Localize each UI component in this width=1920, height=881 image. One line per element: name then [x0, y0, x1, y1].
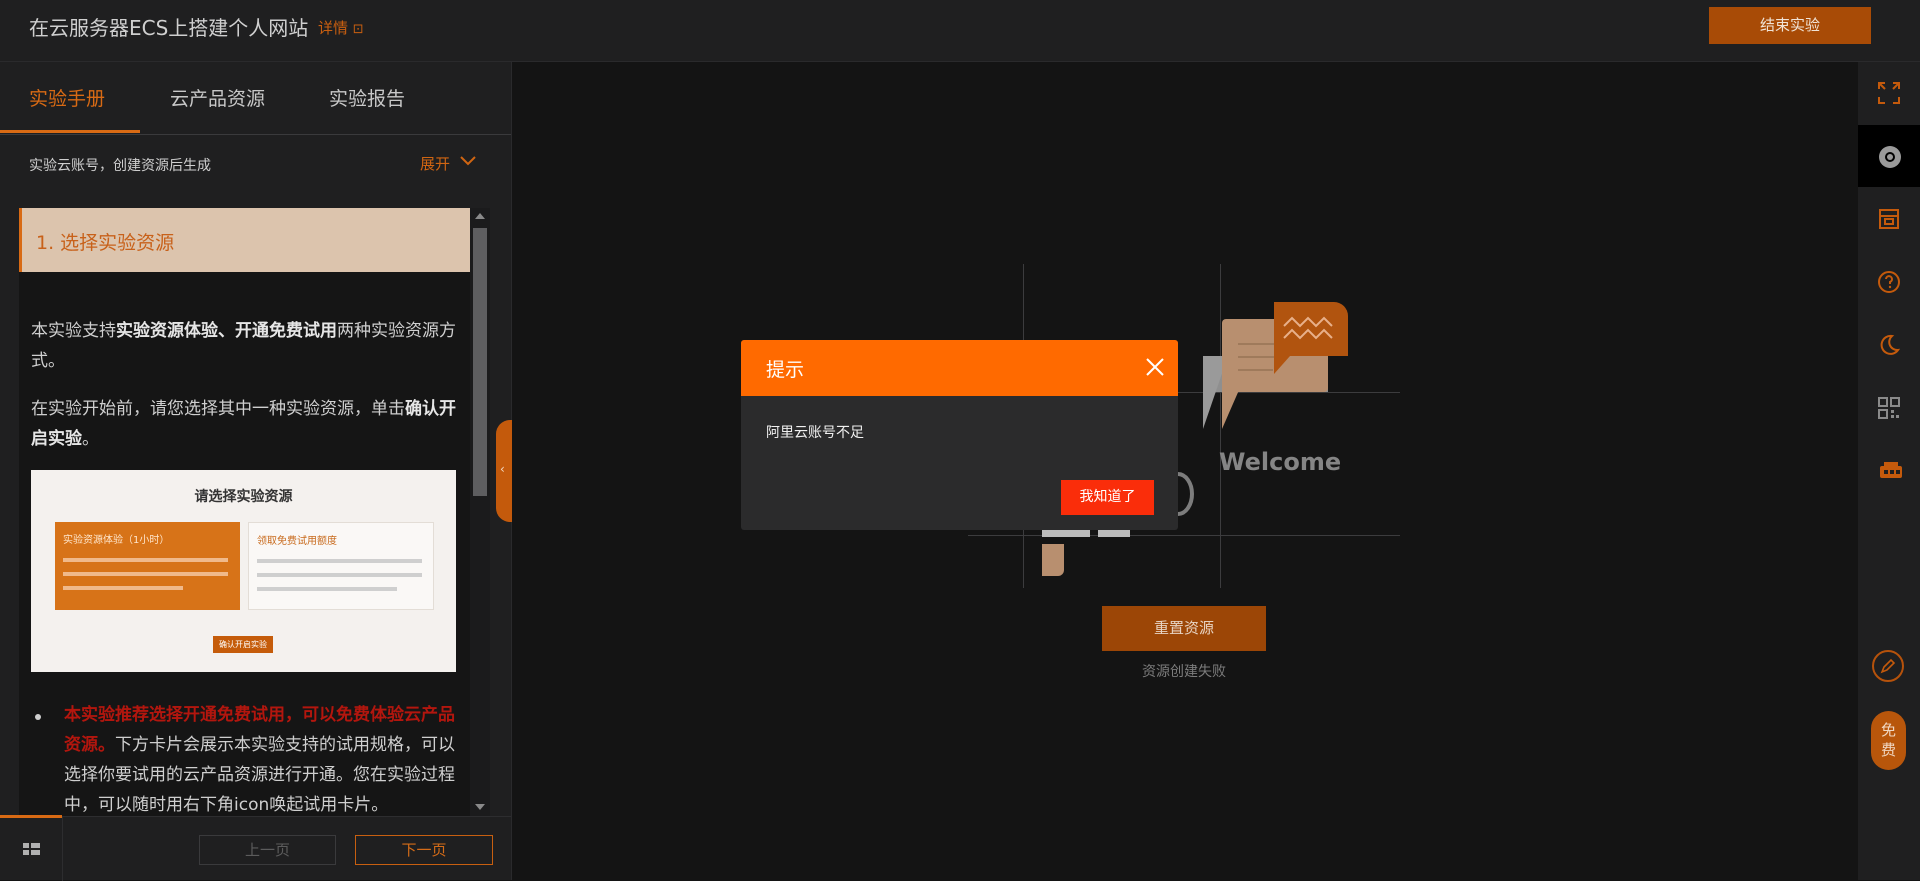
chevron-left-icon: ‹	[500, 462, 505, 476]
scroll-thumb[interactable]	[473, 228, 487, 496]
tab-manual[interactable]: 实验手册	[29, 84, 105, 111]
scroll-down-arrow[interactable]	[475, 804, 485, 810]
step-heading: 1. 选择实验资源	[19, 208, 471, 272]
qrcode-icon[interactable]	[1858, 377, 1920, 439]
active-tab-indicator	[0, 130, 140, 133]
tab-report[interactable]: 实验报告	[329, 84, 405, 111]
right-sidebar: 免 费	[1858, 62, 1920, 880]
prev-page-button[interactable]: 上一页	[199, 835, 336, 865]
step-title: 1. 选择实验资源	[36, 232, 175, 254]
detail-link-label: 详情	[318, 19, 349, 37]
edit-icon[interactable]	[1872, 650, 1904, 682]
chevron-down-icon[interactable]	[458, 153, 478, 169]
screenshot-title: 请选择实验资源	[194, 489, 293, 505]
account-label: 实验云账号，创建资源后生成	[29, 158, 211, 174]
intro-paragraph: 本实验支持实验资源体验、开通免费试用两种实验资源方式。	[31, 321, 456, 371]
resource-status-text: 资源创建失败	[1142, 664, 1226, 680]
recommendation-bullet: 本实验推荐选择开通免费试用，可以免费体验云产品资源。下方卡片会展示本实验支持的试…	[64, 705, 455, 815]
welcome-text: Welcome	[1219, 448, 1342, 476]
screenshot-card-free-trial: 领取免费试用额度	[248, 522, 434, 610]
account-row: 实验云账号，创建资源后生成 展开	[0, 135, 511, 193]
acknowledge-button[interactable]: 我知道了	[1061, 480, 1154, 515]
fullscreen-icon[interactable]	[1858, 62, 1920, 124]
close-icon[interactable]	[1145, 357, 1165, 377]
left-panel: 实验手册 云产品资源 实验报告 实验云账号，创建资源后生成 展开 1. 选择实验…	[0, 62, 512, 881]
tab-cloud-resources[interactable]: 云产品资源	[170, 84, 265, 111]
dialog-header: 提示	[741, 340, 1178, 396]
collapse-panel-handle[interactable]: ‹	[496, 420, 512, 522]
dialog-message: 阿里云账号不足	[766, 425, 864, 441]
scroll-up-arrow[interactable]	[475, 213, 485, 219]
end-experiment-button[interactable]: 结束实验	[1709, 7, 1871, 44]
store-icon[interactable]	[1858, 188, 1920, 250]
external-link-icon: ⊡	[352, 22, 364, 37]
page-title: 在云服务器ECS上搭建个人网站	[29, 16, 309, 40]
dialog-title: 提示	[766, 359, 805, 381]
moon-icon[interactable]	[1858, 314, 1920, 376]
expand-button[interactable]: 展开	[420, 153, 450, 174]
top-bar: 在云服务器ECS上搭建个人网站 详情 ⊡ 结束实验	[0, 0, 1920, 62]
instruction-paragraph: 在实验开始前，请您选择其中一种实验资源，单击确认开启实验。	[31, 399, 456, 449]
browser-icon[interactable]	[1858, 125, 1920, 187]
alert-dialog: 提示 阿里云账号不足 我知道了	[741, 340, 1178, 530]
help-icon[interactable]	[1858, 251, 1920, 313]
next-page-button[interactable]: 下一页	[355, 835, 493, 865]
reset-resources-button[interactable]: 重置资源	[1102, 606, 1266, 651]
bullet-dot	[35, 714, 41, 720]
screenshot-card-experience: 实验资源体验（1小时）	[55, 522, 240, 610]
resource-selection-screenshot: 请选择实验资源 实验资源体验（1小时） 领取免费试用额度 确认开启实验	[31, 470, 456, 672]
manual-footer: 上一页 下一页	[0, 815, 511, 881]
manual-content: 1. 选择实验资源 本实验支持实验资源体验、开通免费试用两种实验资源方式。 在实…	[19, 208, 471, 816]
detail-link[interactable]: 详情 ⊡	[318, 17, 364, 38]
catalog-icon[interactable]	[0, 817, 63, 881]
free-trial-button[interactable]: 免 费	[1871, 711, 1906, 770]
manual-scrollbar[interactable]	[470, 208, 490, 816]
cart-icon[interactable]	[1858, 440, 1920, 502]
tab-bar: 实验手册 云产品资源 实验报告	[0, 62, 511, 135]
screenshot-confirm-button: 确认开启实验	[213, 636, 273, 653]
